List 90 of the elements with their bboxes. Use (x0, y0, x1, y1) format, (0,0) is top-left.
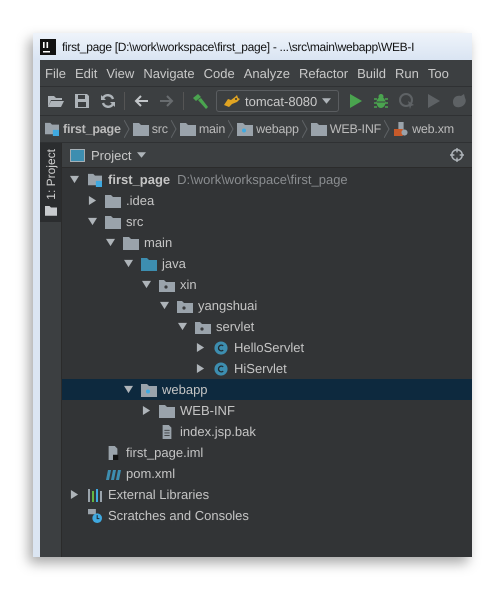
tree-row[interactable]: src (62, 211, 472, 232)
expanded-arrow-icon[interactable] (106, 238, 115, 247)
package-icon (159, 278, 175, 292)
collapsed-arrow-icon[interactable] (196, 364, 205, 373)
menu-item[interactable]: View (106, 66, 134, 80)
chevron-icon (302, 120, 308, 138)
package-icon (177, 298, 193, 312)
chevron-icon (124, 120, 130, 138)
caret-icon (322, 98, 332, 104)
tree-row[interactable]: External Libraries (62, 484, 472, 505)
tree-row[interactable]: yangshuai (62, 295, 472, 316)
breadcrumb[interactable]: webapp (237, 122, 299, 136)
project-tool-tab[interactable]: 1: Project (40, 143, 61, 222)
folder-icon (44, 204, 56, 216)
run-icon[interactable] (347, 93, 364, 109)
source-folder-icon (141, 256, 157, 270)
menu-item[interactable]: Too (428, 66, 449, 80)
tree-row[interactable]: WEB-INF (62, 400, 472, 421)
folder-icon (132, 122, 149, 136)
breadcrumb[interactable]: WEB-INF (310, 122, 382, 136)
caret-icon (137, 152, 146, 158)
breadcrumb[interactable]: src (132, 122, 168, 136)
collapsed-arrow-icon[interactable] (142, 406, 151, 415)
tree-row[interactable]: main (62, 232, 472, 253)
menu-item[interactable]: File (45, 66, 66, 80)
folder-icon (105, 194, 121, 208)
menu-item[interactable]: Build (357, 66, 386, 80)
tree-row[interactable]: servlet (62, 316, 472, 337)
folder-icon (105, 214, 121, 228)
back-arrow-icon[interactable] (133, 93, 149, 109)
app-icon (40, 38, 56, 54)
expanded-arrow-icon[interactable] (142, 280, 151, 289)
libraries-icon (87, 488, 103, 502)
expanded-arrow-icon[interactable] (70, 175, 79, 184)
chevron-icon (170, 120, 177, 138)
chevron-icon (384, 120, 390, 138)
class-icon (213, 340, 229, 354)
module-icon (44, 122, 60, 136)
menu-item[interactable]: Edit (74, 66, 98, 80)
tree-row[interactable]: index.jsp.bak (62, 421, 472, 442)
open-folder-icon[interactable] (48, 93, 64, 109)
folder-icon (310, 122, 327, 136)
xml-file-icon (393, 122, 410, 136)
breadcrumb[interactable]: first_page (44, 122, 121, 136)
menu-item[interactable]: Code (204, 66, 235, 80)
bug-icon[interactable] (373, 93, 390, 109)
class-icon (213, 362, 229, 376)
module-icon (87, 172, 103, 186)
sync-icon[interactable] (100, 93, 116, 109)
menu-item[interactable]: Analyze (244, 66, 290, 80)
chevron-icon (228, 120, 234, 138)
breadcrumb[interactable]: main (180, 122, 226, 136)
expanded-arrow-icon[interactable] (124, 259, 133, 268)
tree-row[interactable]: java (62, 253, 472, 274)
tree-row[interactable]: first_page.iml (62, 442, 472, 463)
scratches-icon (87, 508, 103, 522)
project-path: D:\work\workspace\first_page (177, 172, 348, 187)
web-folder-icon (237, 122, 254, 136)
save-icon[interactable] (74, 93, 90, 109)
tree-row[interactable]: webapp (62, 379, 472, 400)
breadcrumb[interactable]: web.xm (393, 122, 454, 136)
view-selector[interactable]: Project (70, 148, 146, 162)
run-configuration-dropdown[interactable]: tomcat-8080 (216, 90, 340, 112)
tree-row[interactable]: Scratches and Consoles (62, 505, 472, 526)
folder-icon (159, 404, 175, 418)
menu-item[interactable]: Navigate (143, 66, 195, 80)
tree-row[interactable]: HiServlet (62, 358, 472, 379)
collapsed-arrow-icon[interactable] (70, 490, 79, 499)
menu-item[interactable]: Run (395, 66, 419, 80)
collapsed-arrow-icon[interactable] (196, 343, 205, 352)
menu-item[interactable]: Refactor (298, 66, 348, 80)
web-folder-icon (141, 382, 157, 396)
tree-row[interactable]: .idea (62, 190, 472, 211)
cat-icon (224, 95, 240, 107)
panel-icon (70, 148, 85, 162)
expanded-arrow-icon[interactable] (88, 217, 97, 226)
tree-row[interactable]: first_page D:\work\workspace\first_page (62, 169, 472, 190)
expanded-arrow-icon[interactable] (178, 322, 187, 331)
folder-icon (123, 236, 139, 250)
tree-row[interactable]: pom.xml (62, 463, 472, 484)
folder-icon (180, 122, 196, 136)
expanded-arrow-icon[interactable] (160, 301, 169, 310)
collapsed-arrow-icon[interactable] (88, 196, 97, 205)
tree-row[interactable]: HelloServlet (62, 337, 472, 358)
hammer-icon[interactable] (192, 93, 208, 109)
locate-icon[interactable] (450, 148, 464, 162)
tree-row[interactable]: xin (62, 274, 472, 295)
package-icon (195, 320, 211, 334)
expanded-arrow-icon[interactable] (124, 385, 133, 394)
window-title: first_page [D:\work\workspace\first_page] - ...\src\main\webapp\WEB-I (62, 40, 414, 54)
